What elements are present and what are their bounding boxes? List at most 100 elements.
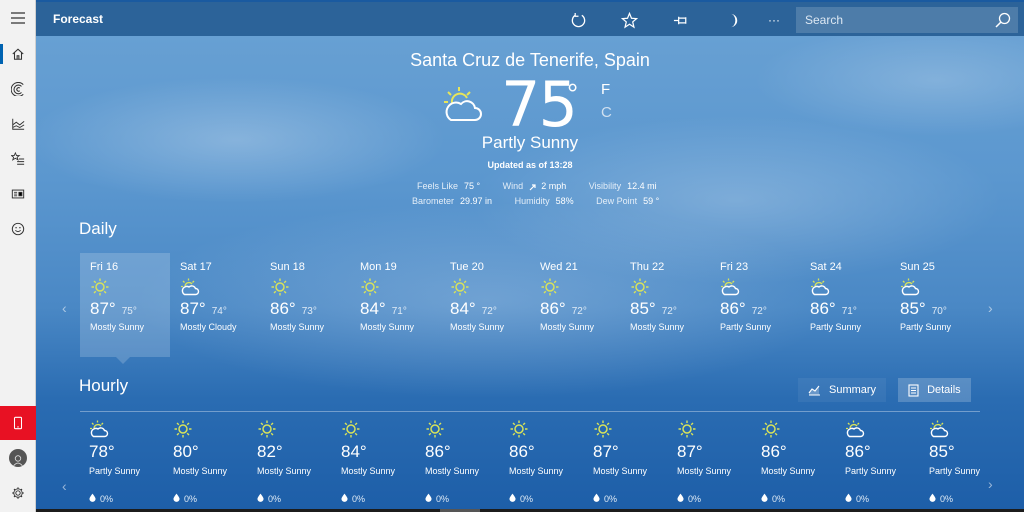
tab-details[interactable]: Details	[898, 378, 971, 402]
raindrop-icon	[929, 493, 940, 504]
daily-card[interactable]: Tue 20 84° 72° Mostly Sunny	[440, 253, 530, 357]
current-condition: Partly Sunny	[481, 133, 579, 152]
phone-button[interactable]	[0, 406, 36, 440]
day-label: Sat 24	[810, 261, 842, 273]
day-label: Sun 25	[900, 261, 935, 273]
degree-symbol: °	[567, 78, 579, 109]
details-row-2: Barometer 29.97 in Humidity 58% Dew Point 5…	[412, 196, 679, 206]
wind-label: Wind	[502, 181, 524, 191]
mostly-sunny-icon	[593, 420, 613, 438]
visibility-value: 12.4 mi	[627, 181, 657, 191]
unit-fahrenheit-toggle[interactable]: F	[601, 81, 610, 98]
day-label: Sat 17	[180, 261, 212, 273]
hourly-prev-button[interactable]: ‹	[62, 478, 67, 494]
mostly-sunny-icon	[540, 278, 560, 296]
nav-home[interactable]	[0, 36, 36, 72]
mostly-sunny-icon	[677, 420, 697, 438]
hourly-card[interactable]: 85° Partly Sunny 0%	[929, 420, 1013, 504]
daily-card[interactable]: Thu 22 85° 72° Mostly Sunny	[620, 253, 710, 357]
hour-condition: Mostly Sunny	[677, 466, 732, 476]
daily-card[interactable]: Sun 25 85° 70° Partly Sunny	[890, 253, 980, 357]
daily-card[interactable]: Mon 19 84° 71° Mostly Sunny	[350, 253, 440, 357]
chart-summary-icon	[808, 385, 820, 396]
hour-condition: Mostly Sunny	[425, 466, 480, 476]
hourly-card[interactable]: 87° Mostly Sunny 0%	[677, 420, 761, 504]
partly-sunny-icon	[89, 420, 109, 438]
daily-card[interactable]: Sat 17 87° 74° Mostly Cloudy	[170, 253, 260, 357]
tab-summary[interactable]: Summary	[798, 378, 887, 402]
hourly-card[interactable]: 86° Mostly Sunny 0%	[761, 420, 845, 504]
raindrop-icon	[509, 493, 520, 504]
day-label: Fri 23	[720, 261, 749, 273]
hourly-card[interactable]: 86° Mostly Sunny 0%	[425, 420, 509, 504]
daily-card[interactable]: Fri 16 87° 75° Mostly Sunny	[80, 253, 170, 364]
tab-details-label: Details	[927, 384, 961, 396]
tab-summary-label: Summary	[829, 384, 877, 396]
hamburger-menu-button[interactable]	[0, 0, 36, 36]
news-icon	[11, 189, 25, 199]
hourly-card[interactable]: 86° Partly Sunny 0%	[845, 420, 929, 504]
raindrop-icon	[761, 493, 772, 504]
favorite-button[interactable]	[620, 11, 638, 29]
favorite-star-icon	[620, 11, 638, 28]
pin-button[interactable]	[672, 11, 690, 29]
hourly-card[interactable]: 82° Mostly Sunny 0%	[257, 420, 341, 504]
nav-feedback[interactable]	[0, 211, 36, 247]
more-button[interactable]: ···	[765, 11, 783, 29]
daily-prev-button[interactable]: ‹	[62, 300, 67, 316]
precip-chance: 0%	[856, 493, 870, 504]
nav-news[interactable]	[0, 176, 36, 212]
daily-next-button[interactable]: ›	[988, 300, 993, 316]
feels-like-value: 75 °	[464, 181, 481, 191]
search-input[interactable]	[796, 13, 986, 27]
low-temp: 75°	[121, 306, 137, 317]
unit-celsius-toggle[interactable]: C	[601, 104, 612, 121]
mostly-sunny-icon	[270, 278, 290, 296]
hourly-card[interactable]: 87° Mostly Sunny 0%	[593, 420, 677, 504]
wind-value: 2 mph	[541, 181, 567, 191]
precip-chance: 0%	[940, 493, 954, 504]
places-favorites-icon	[11, 152, 25, 165]
hourly-card[interactable]: 80° Mostly Sunny 0%	[173, 420, 257, 504]
hourly-card[interactable]: 84° Mostly Sunny 0%	[341, 420, 425, 504]
high-temp: 87°	[180, 299, 206, 318]
humidity-label: Humidity	[514, 196, 550, 206]
hourly-card[interactable]: 78° Partly Sunny 0%	[89, 420, 173, 504]
precip-chance: 0%	[100, 493, 114, 504]
daily-card[interactable]: Fri 23 86° 72° Partly Sunny	[710, 253, 800, 357]
daily-card[interactable]: Sun 18 86° 73° Mostly Sunny	[260, 253, 350, 357]
search-icon[interactable]	[994, 11, 1012, 29]
hour-temp: 82°	[257, 442, 283, 461]
raindrop-icon	[425, 493, 436, 504]
nav-historical-weather[interactable]	[0, 106, 36, 142]
dew-point-label: Dew Point	[596, 196, 638, 206]
high-temp: 87°	[90, 299, 116, 318]
raindrop-icon	[845, 493, 856, 504]
high-temp: 86°	[540, 299, 566, 318]
dark-mode-moon-icon	[730, 13, 737, 27]
daily-card[interactable]: Sat 24 86° 71° Partly Sunny	[800, 253, 890, 357]
hour-temp: 86°	[845, 442, 871, 461]
hourly-view-tabs: Summary Details	[798, 378, 971, 402]
search-box[interactable]	[796, 7, 1018, 33]
more-icon: ···	[768, 13, 780, 27]
refresh-icon	[571, 12, 585, 27]
day-condition: Mostly Sunny	[630, 322, 685, 332]
nav-favorites[interactable]	[0, 141, 36, 177]
account-button[interactable]	[0, 440, 36, 476]
hourly-card[interactable]: 86° Mostly Sunny 0%	[509, 420, 593, 504]
low-temp: 72°	[481, 306, 497, 317]
menu-hamburger-icon	[11, 12, 25, 24]
raindrop-icon	[257, 493, 268, 504]
pin-icon	[673, 16, 686, 24]
day-label: Fri 16	[90, 261, 119, 273]
barometer-label: Barometer	[412, 196, 455, 206]
high-temp: 86°	[270, 299, 296, 318]
dark-mode-button[interactable]	[723, 11, 741, 29]
partly-sunny-icon	[180, 278, 200, 296]
daily-card[interactable]: Wed 21 86° 72° Mostly Sunny	[530, 253, 620, 357]
nav-maps[interactable]	[0, 71, 36, 107]
hour-condition: Partly Sunny	[89, 466, 141, 476]
settings-button[interactable]	[0, 475, 36, 511]
refresh-button[interactable]	[569, 11, 587, 29]
